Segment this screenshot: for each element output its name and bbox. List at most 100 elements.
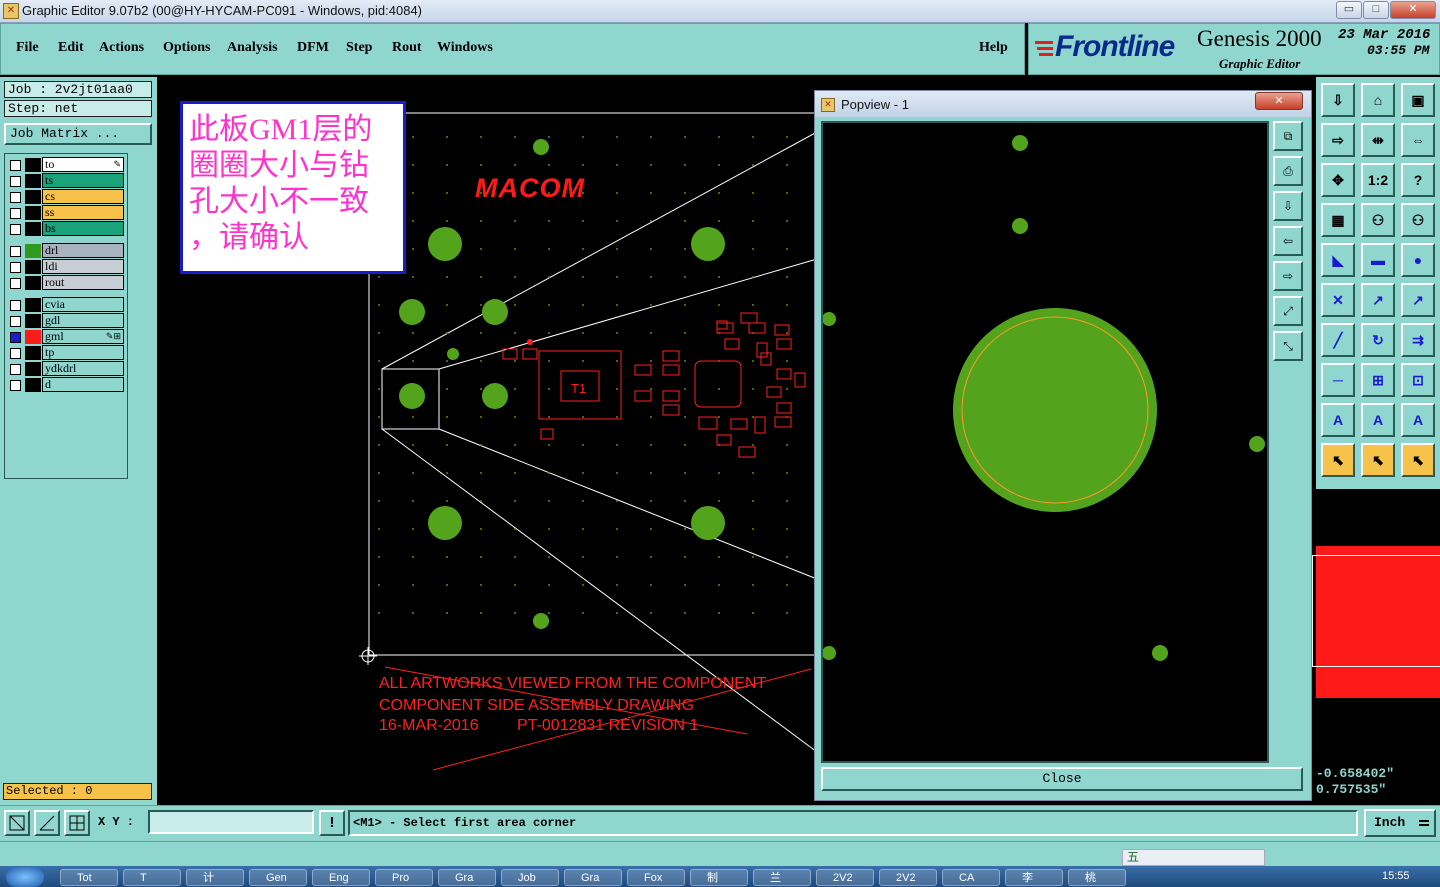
taskbar-item[interactable]: CA	[942, 869, 1000, 886]
layer-name[interactable]: bs	[42, 221, 124, 236]
layer-name[interactable]: rout	[42, 275, 124, 290]
pop-right-icon[interactable]: ⇨	[1273, 261, 1303, 291]
popview-canvas[interactable]	[821, 121, 1269, 763]
taskbar-item[interactable]: 制	[690, 869, 748, 886]
taskbar-item[interactable]: Gen	[249, 869, 307, 886]
taskbar-item[interactable]: Pro	[375, 869, 433, 886]
layer-color-swatch[interactable]	[25, 346, 41, 360]
home-icon[interactable]: ⌂	[1361, 83, 1395, 117]
layer-checkbox[interactable]	[10, 364, 21, 375]
edit-pointer-icon[interactable]: ⬉	[1401, 443, 1435, 477]
ime-toolbar[interactable]: 五	[1122, 849, 1265, 866]
layer-name[interactable]: ss	[42, 205, 124, 220]
job-matrix-button[interactable]: Job Matrix ...	[4, 123, 152, 145]
layer-checkbox[interactable]	[10, 224, 21, 235]
layer-color-swatch[interactable]	[25, 244, 41, 258]
cross-icon[interactable]: ✕	[1321, 283, 1355, 317]
units-selector[interactable]: Inch	[1364, 809, 1436, 837]
layer-color-swatch[interactable]	[25, 276, 41, 290]
layer-row-d[interactable]: d	[5, 377, 127, 393]
layer-row-rout[interactable]: rout	[5, 275, 127, 291]
pop-print-icon[interactable]: ⎙	[1273, 156, 1303, 186]
menu-windows[interactable]: Windows	[437, 40, 493, 56]
layer-color-swatch[interactable]	[25, 362, 41, 376]
taskbar-item[interactable]: 2V2	[879, 869, 937, 886]
taskbar-item[interactable]: Job	[501, 869, 559, 886]
pop-down-icon[interactable]: ⇩	[1273, 191, 1303, 221]
taskbar-item[interactable]: Fox	[627, 869, 685, 886]
layer-row-ts[interactable]: ts	[5, 173, 127, 189]
xy-input[interactable]	[148, 810, 314, 834]
layer-name[interactable]: ydkdrl	[42, 361, 124, 376]
net-red-icon[interactable]: ⚇	[1401, 203, 1435, 237]
layer-row-ss[interactable]: ss	[5, 205, 127, 221]
help-icon[interactable]: ?	[1401, 163, 1435, 197]
layer-name[interactable]: d	[42, 377, 124, 392]
layout-icon[interactable]: ▣	[1401, 83, 1435, 117]
layer-checkbox[interactable]	[10, 160, 21, 171]
menu-file[interactable]: File	[16, 40, 39, 56]
layer-name[interactable]: tp	[42, 345, 124, 360]
layer-checkbox[interactable]	[10, 208, 21, 219]
layer-checkbox[interactable]	[10, 176, 21, 187]
layer-checkbox[interactable]	[10, 332, 21, 343]
taskbar-item[interactable]: Gra	[438, 869, 496, 886]
zoom-area-icon[interactable]	[4, 810, 30, 836]
layer-name[interactable]: drl	[42, 243, 124, 258]
close-window-button[interactable]: ✕	[1390, 1, 1436, 19]
layer-name[interactable]: cs	[42, 189, 124, 204]
layer-checkbox[interactable]	[10, 380, 21, 391]
layer-name[interactable]: gdl	[42, 313, 124, 328]
split-icon[interactable]: ⇔	[1401, 123, 1435, 157]
dot-icon[interactable]: ●	[1401, 243, 1435, 277]
layer-color-swatch[interactable]	[25, 222, 41, 236]
start-button[interactable]	[6, 867, 44, 887]
text-blue-icon[interactable]: A	[1401, 403, 1435, 437]
layer-checkbox[interactable]	[10, 300, 21, 311]
layer-name[interactable]: ts	[42, 173, 124, 188]
export-icon[interactable]: ⇨	[1321, 123, 1355, 157]
layer-name[interactable]: to ✎	[42, 157, 124, 172]
layer-checkbox[interactable]	[10, 348, 21, 359]
taskbar-item[interactable]: T	[123, 869, 181, 886]
layer-color-icon[interactable]: ◣	[1321, 243, 1355, 277]
load-icon[interactable]: ⇩	[1321, 83, 1355, 117]
layer-row-gml[interactable]: gml ✎⊞	[5, 329, 127, 345]
warning-icon[interactable]: !	[319, 810, 345, 836]
pointer-alt-icon[interactable]: ⬉	[1361, 443, 1395, 477]
snap-box-icon[interactable]: ⊞	[1361, 363, 1395, 397]
fit-icon[interactable]: ⇹	[1361, 123, 1395, 157]
taskbar-item[interactable]: 计	[186, 869, 244, 886]
scale-icon[interactable]: 1:2	[1361, 163, 1395, 197]
popview-close-button[interactable]: Close	[821, 767, 1303, 791]
layer-checkbox[interactable]	[10, 316, 21, 327]
pop-left-icon[interactable]: ⇦	[1273, 226, 1303, 256]
layer-checkbox[interactable]	[10, 246, 21, 257]
text-red-icon[interactable]: A	[1361, 403, 1395, 437]
layer-color-swatch[interactable]	[25, 298, 41, 312]
layer-color-swatch[interactable]	[25, 314, 41, 328]
menu-step[interactable]: Step	[346, 40, 372, 56]
popview-close-icon[interactable]: ✕	[1255, 92, 1303, 110]
layer-row-tp[interactable]: tp	[5, 345, 127, 361]
menu-options[interactable]: Options	[163, 40, 210, 56]
layer-name[interactable]: ldi	[42, 259, 124, 274]
text-icon[interactable]: A	[1321, 403, 1355, 437]
connect-icon[interactable]: ↗	[1361, 283, 1395, 317]
layer-color-swatch[interactable]	[25, 260, 41, 274]
menu-dfm[interactable]: DFM	[297, 40, 329, 56]
net-icon[interactable]: ⚇	[1361, 203, 1395, 237]
minimize-button[interactable]: ▭	[1336, 1, 1362, 19]
layer-row-to[interactable]: to ✎	[5, 157, 127, 173]
line-icon[interactable]: ╱	[1321, 323, 1355, 357]
layer-color-swatch[interactable]	[25, 378, 41, 392]
measure-icon[interactable]	[34, 810, 60, 836]
layer-row-cs[interactable]: cs	[5, 189, 127, 205]
popview-window[interactable]: ✕ Popview - 1 ✕ ⧉ ⎙ ⇩ ⇦ ⇨ ⤢ ⤡ Close	[814, 90, 1312, 801]
pointer-icon[interactable]: ⬉	[1321, 443, 1355, 477]
menu-analysis[interactable]: Analysis	[227, 40, 278, 56]
pop-zoom-out-icon[interactable]: ⤡	[1273, 331, 1303, 361]
maximize-button[interactable]: □	[1363, 1, 1389, 19]
layer-checkbox[interactable]	[10, 192, 21, 203]
taskbar-item[interactable]: Eng	[312, 869, 370, 886]
